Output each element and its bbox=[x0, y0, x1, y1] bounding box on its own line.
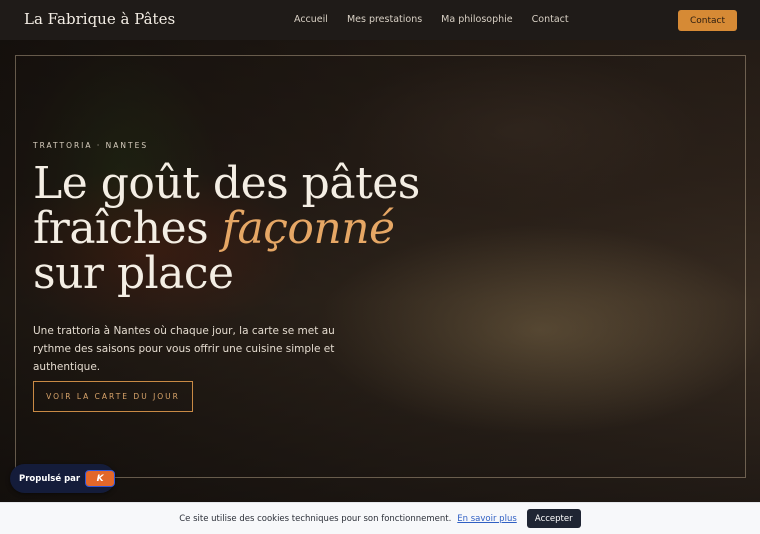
hero-eyebrow: TRATTORIA · NANTES bbox=[33, 141, 149, 150]
cookie-learn-more-link[interactable]: En savoir plus bbox=[457, 514, 516, 524]
nav-link-accueil[interactable]: Accueil bbox=[294, 14, 328, 25]
cookie-accept-button[interactable]: Accepter bbox=[526, 509, 581, 528]
hero-headline: Le goût des pâtes fraîches façonné sur p… bbox=[33, 161, 463, 296]
hero-description: Une trattoria à Nantes où chaque jour, l… bbox=[33, 325, 335, 373]
nav-link-prestations[interactable]: Mes prestations bbox=[347, 14, 422, 25]
nav-link-philosophie[interactable]: Ma philosophie bbox=[441, 14, 512, 25]
headline-accent-word: façonné bbox=[221, 203, 395, 254]
main-nav: Accueil Mes prestations Ma philosophie C… bbox=[294, 14, 569, 25]
view-menu-button[interactable]: VOIR LA CARTE DU JOUR bbox=[33, 381, 193, 412]
powered-by-badge[interactable]: Propulsé par K bbox=[10, 464, 115, 493]
platform-logo-icon: K bbox=[85, 470, 115, 487]
cookie-message: Ce site utilise des cookies techniques p… bbox=[179, 513, 452, 524]
brand-logo[interactable]: La Fabrique à Pâtes bbox=[24, 10, 175, 28]
powered-by-label: Propulsé par bbox=[19, 473, 81, 484]
navbar: La Fabrique à Pâtes Accueil Mes prestati… bbox=[0, 0, 760, 40]
nav-link-contact[interactable]: Contact bbox=[532, 14, 569, 25]
headline-text-end: sur place bbox=[33, 248, 234, 299]
cookie-banner: Ce site utilise des cookies techniques p… bbox=[0, 502, 760, 534]
contact-button[interactable]: Contact bbox=[678, 10, 737, 31]
